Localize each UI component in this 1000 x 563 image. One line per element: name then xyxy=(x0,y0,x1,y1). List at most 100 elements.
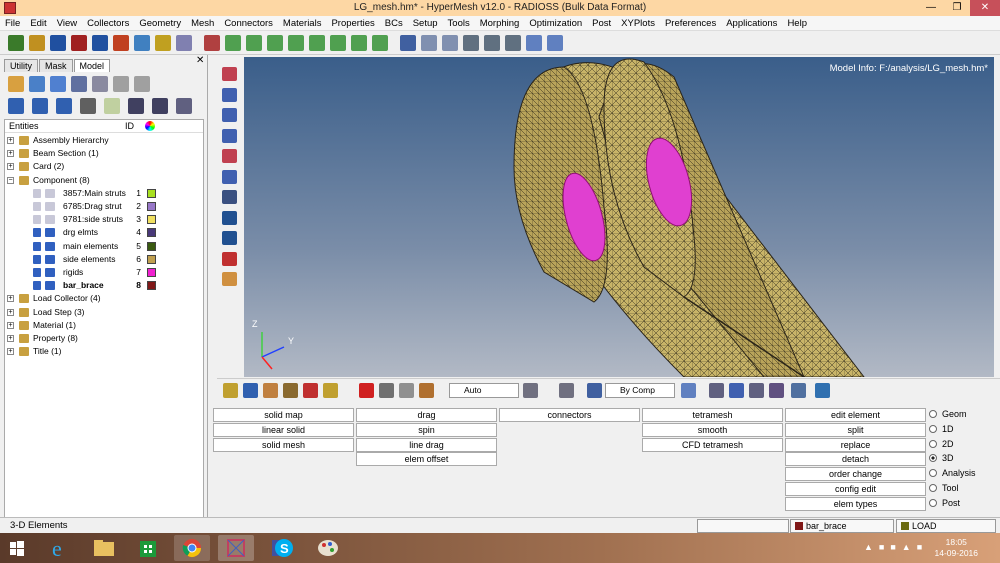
color-swatch[interactable] xyxy=(147,268,156,277)
import-icon[interactable] xyxy=(71,35,87,51)
order-change-button[interactable]: order change xyxy=(785,467,926,482)
elem-offset-button[interactable]: elem offset xyxy=(356,452,497,467)
expand-icon[interactable]: + xyxy=(7,335,14,342)
zoom-box-icon[interactable] xyxy=(442,35,458,51)
id-numbers-icon[interactable] xyxy=(222,210,237,225)
display-tool-2-icon[interactable] xyxy=(32,98,48,114)
tree-folder-row[interactable]: + Beam Section (1) xyxy=(5,147,203,160)
menu-materials[interactable]: Materials xyxy=(278,16,327,31)
lighting-icon[interactable] xyxy=(791,383,806,398)
page-radio-3d[interactable]: 3D xyxy=(929,452,954,465)
menu-view[interactable]: View xyxy=(52,16,82,31)
elements-by-comp-icon[interactable] xyxy=(222,149,237,163)
paint-icon[interactable] xyxy=(310,535,346,561)
solid-map-button[interactable]: solid map xyxy=(213,408,354,422)
component-row[interactable]: drg elmts 4 xyxy=(5,226,203,239)
component-row[interactable]: main elements 5 xyxy=(5,240,203,253)
menu-bcs[interactable]: BCs xyxy=(380,16,408,31)
color-swatch[interactable] xyxy=(147,254,156,264)
display-elems-icon[interactable] xyxy=(243,383,258,398)
skype-icon[interactable]: S xyxy=(266,535,302,561)
user-profile-icon[interactable] xyxy=(113,35,129,51)
component-row[interactable]: bar_brace 8 xyxy=(5,279,203,292)
tab-utility[interactable]: Utility xyxy=(4,59,38,72)
detach-button[interactable]: detach xyxy=(785,452,926,467)
page-radio-1d[interactable]: 1D xyxy=(929,423,954,436)
open-file-icon[interactable] xyxy=(29,35,45,51)
menu-collectors[interactable]: Collectors xyxy=(82,16,134,31)
split-button[interactable]: split xyxy=(785,422,926,437)
zoom-out-icon[interactable] xyxy=(421,35,437,51)
smooth-button[interactable]: smooth xyxy=(642,422,783,437)
radio-icon[interactable] xyxy=(929,424,937,433)
shrink-icon[interactable] xyxy=(222,190,237,204)
cfd-tetramesh-button[interactable]: CFD tetramesh xyxy=(642,437,783,452)
tree-folder-row[interactable]: + Title (1) xyxy=(5,345,203,358)
page-radio-tool[interactable]: Tool xyxy=(929,482,959,495)
tree-folder-row[interactable]: + Card (2) xyxy=(5,160,203,173)
component-row[interactable]: rigids 7 xyxy=(5,266,203,279)
tree-folder-row[interactable]: + Load Collector (4) xyxy=(5,292,203,305)
browser-tool-5-icon[interactable] xyxy=(92,76,108,92)
tree-folder-row[interactable]: + Material (1) xyxy=(5,319,203,332)
chrome-icon[interactable] xyxy=(174,535,210,561)
menu-applications[interactable]: Applications xyxy=(721,16,782,31)
expand-icon[interactable]: + xyxy=(7,150,14,158)
radio-icon[interactable] xyxy=(929,439,937,448)
find-icon[interactable] xyxy=(263,383,278,398)
display-tool-6-icon[interactable] xyxy=(128,98,144,114)
expand-icon[interactable]: + xyxy=(7,137,14,144)
menu-help[interactable]: Help xyxy=(782,16,812,31)
tree-folder-row[interactable]: + Property (8) xyxy=(5,332,203,345)
menu-post[interactable]: Post xyxy=(587,16,616,31)
linear-solid-button[interactable]: linear solid xyxy=(213,422,354,437)
display-tool-7-icon[interactable] xyxy=(152,98,168,114)
menu-setup[interactable]: Setup xyxy=(408,16,443,31)
clock[interactable]: 18:05 14-09-2016 xyxy=(935,537,978,559)
internet-explorer-icon[interactable]: e xyxy=(42,535,78,561)
radio-icon[interactable] xyxy=(929,454,937,463)
menu-mesh[interactable]: Mesh xyxy=(186,16,219,31)
view-bottom-icon[interactable] xyxy=(267,35,283,51)
shaded-elements-icon[interactable] xyxy=(222,67,237,81)
collapse-icon[interactable]: − xyxy=(7,176,14,184)
export-icon[interactable] xyxy=(92,35,108,51)
view-right-icon[interactable] xyxy=(309,35,325,51)
display-tool-8-icon[interactable] xyxy=(176,98,192,114)
visibility-icon[interactable] xyxy=(33,228,41,238)
menu-preferences[interactable]: Preferences xyxy=(660,16,721,31)
radio-icon[interactable] xyxy=(929,498,937,507)
visibility-icon[interactable] xyxy=(33,202,41,211)
radio-icon[interactable] xyxy=(929,469,937,478)
model-browser-icon[interactable] xyxy=(134,35,150,51)
config-edit-button[interactable]: config edit xyxy=(785,482,926,496)
current-component[interactable]: bar_brace xyxy=(790,519,894,533)
element-display-icon[interactable] xyxy=(681,383,696,398)
visibility-icon[interactable] xyxy=(33,281,41,291)
line-drag-button[interactable]: line drag xyxy=(356,437,497,452)
solid-display-icon[interactable] xyxy=(587,383,602,398)
menu-edit[interactable]: Edit xyxy=(25,16,51,31)
delete-icon[interactable] xyxy=(359,383,374,398)
wireframe-icon[interactable] xyxy=(222,87,237,102)
color-by-select[interactable]: By Comp xyxy=(605,383,675,398)
translate-icon[interactable] xyxy=(505,35,521,51)
page-radio-analysis[interactable]: Analysis xyxy=(929,467,976,480)
transparent-icon[interactable] xyxy=(222,169,237,184)
browser-tool-3-icon[interactable] xyxy=(50,76,66,92)
menu-optimization[interactable]: Optimization xyxy=(524,16,587,31)
fit-view-icon[interactable] xyxy=(204,35,220,51)
browser-tool-1-icon[interactable] xyxy=(8,76,24,92)
color-swatch[interactable] xyxy=(147,228,156,238)
pan-icon[interactable] xyxy=(463,35,479,51)
menu-geometry[interactable]: Geometry xyxy=(134,16,186,31)
hide-icon[interactable] xyxy=(379,383,394,398)
menu-properties[interactable]: Properties xyxy=(326,16,379,31)
depth-icon[interactable] xyxy=(769,383,784,398)
radio-icon[interactable] xyxy=(929,484,937,492)
tab-mask[interactable]: Mask xyxy=(39,59,73,72)
edit-element-button[interactable]: edit element xyxy=(785,408,926,422)
view-direction-icon[interactable] xyxy=(559,383,574,398)
connectors-button[interactable]: connectors xyxy=(499,408,640,422)
zoom-in-icon[interactable] xyxy=(400,35,416,51)
